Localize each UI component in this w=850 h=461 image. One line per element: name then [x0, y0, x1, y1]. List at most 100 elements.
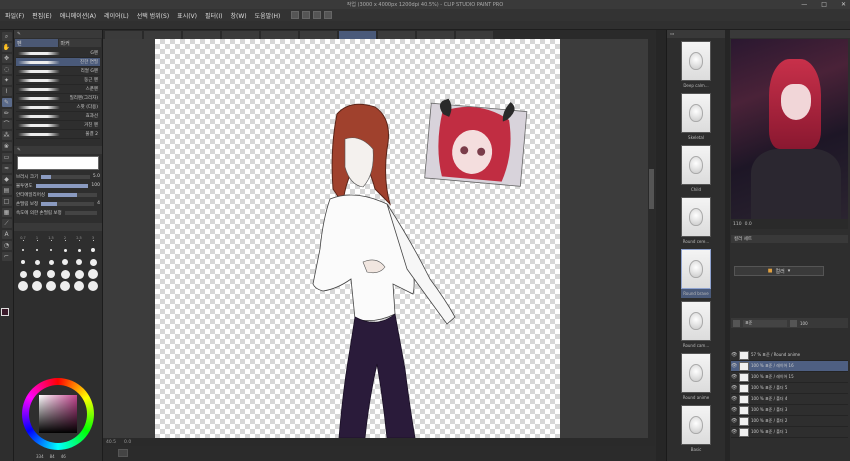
brush-size-option[interactable]: [17, 281, 29, 291]
layer-row[interactable]: 👁 100 % 표준 / 레이어 16: [731, 361, 848, 372]
navigator-preview[interactable]: [731, 39, 848, 219]
navigator-zoom[interactable]: 110: [733, 222, 742, 227]
layer-row[interactable]: 👁 100 % 표준 / 폴더 1: [731, 427, 848, 438]
pose-material-item[interactable]: Round cam...: [681, 301, 711, 350]
color-set-dropdown[interactable]: ■ 컬러 ▾: [734, 266, 824, 276]
pose-material-item[interactable]: Deep calm...: [681, 41, 711, 90]
brush-size-option[interactable]: [31, 245, 43, 255]
eye-icon[interactable]: 👁: [731, 363, 737, 369]
zoom-tool-icon[interactable]: ⌕: [1, 32, 12, 41]
brush-size-option[interactable]: [59, 245, 71, 255]
close-button[interactable]: ✕: [841, 1, 846, 8]
property-slider[interactable]: [41, 201, 95, 206]
property-value[interactable]: 5.0: [93, 174, 100, 179]
tab-5[interactable]: [261, 31, 298, 39]
opacity-icon[interactable]: [790, 319, 797, 327]
brush-size-option[interactable]: [59, 269, 71, 279]
pose-material-item[interactable]: Round brave: [681, 249, 711, 298]
tab-9[interactable]: [417, 31, 454, 39]
brush-item[interactable]: 효과선: [16, 112, 100, 121]
tab-8[interactable]: [378, 31, 415, 39]
brush-size-option[interactable]: [59, 281, 71, 291]
eye-icon[interactable]: 👁: [731, 374, 737, 380]
lasso-tool-icon[interactable]: ◌: [1, 65, 12, 74]
ruler-tool-icon[interactable]: ⟋: [1, 219, 12, 228]
brush-size-option[interactable]: [87, 245, 99, 255]
tab-3[interactable]: [183, 31, 220, 39]
brush-size-option[interactable]: 1.5: [45, 233, 57, 243]
brush-item[interactable]: 밀리펜(그리자): [16, 94, 100, 103]
pose-material-item[interactable]: Skeletal: [681, 93, 711, 142]
zoom-readout[interactable]: 40.5: [106, 440, 116, 445]
balloon-tool-icon[interactable]: ◔: [1, 241, 12, 250]
eyedropper-tool-icon[interactable]: ⌇: [1, 87, 12, 96]
tab-1[interactable]: [105, 31, 142, 39]
correct-line-tool-icon[interactable]: ⌐: [1, 252, 12, 261]
eye-icon[interactable]: 👁: [731, 385, 737, 391]
brush-size-option[interactable]: 2: [59, 233, 71, 243]
saturation-value-square[interactable]: [39, 395, 77, 433]
tab-4[interactable]: [222, 31, 259, 39]
menu-view[interactable]: 표시(V): [176, 11, 198, 20]
brush-size-option[interactable]: [87, 281, 99, 291]
menu-help[interactable]: 도움말(H): [254, 11, 282, 20]
brush-size-option[interactable]: [87, 257, 99, 267]
brush-size-option[interactable]: [45, 269, 57, 279]
brush-item[interactable]: 스푼펜: [16, 85, 100, 94]
figure-tool-icon[interactable]: □: [1, 197, 12, 206]
tab-pen[interactable]: 펜: [15, 39, 58, 47]
angle-readout[interactable]: 0.0: [124, 440, 131, 445]
eye-icon[interactable]: 👁: [731, 352, 737, 358]
property-value[interactable]: 4: [97, 201, 100, 206]
move-tool-icon[interactable]: ✥: [1, 54, 12, 63]
undo-icon[interactable]: [291, 11, 300, 19]
eye-icon[interactable]: 👁: [731, 407, 737, 413]
transform-icon[interactable]: [324, 11, 333, 19]
tab-marker[interactable]: 마커: [58, 39, 101, 47]
dock-divider-left[interactable]: [656, 30, 666, 461]
pose-material-item[interactable]: Round anime: [681, 353, 711, 402]
layer-row[interactable]: 👁 100 % 표준 / 폴더 4: [731, 394, 848, 405]
brush-size-option[interactable]: [73, 245, 85, 255]
eye-icon[interactable]: 👁: [731, 418, 737, 424]
clear-icon[interactable]: [313, 11, 322, 19]
maximize-button[interactable]: □: [821, 1, 827, 8]
brush-size-option[interactable]: [17, 245, 29, 255]
eye-icon[interactable]: 👁: [731, 429, 737, 435]
pose-material-item[interactable]: Round cere...: [681, 197, 711, 246]
eraser-tool-icon[interactable]: ▭: [1, 153, 12, 162]
property-slider[interactable]: [47, 192, 97, 197]
brush-item[interactable]: G펜: [16, 49, 100, 58]
pose-material-item[interactable]: Child: [681, 145, 711, 194]
brush-size-option[interactable]: [73, 269, 85, 279]
layer-row[interactable]: 👁 100 % 표준 / 폴더 2: [731, 416, 848, 427]
canvas-paper[interactable]: [155, 39, 560, 438]
brush-size-option[interactable]: [73, 281, 85, 291]
tab-2[interactable]: [144, 31, 181, 39]
brush-size-option[interactable]: [17, 269, 29, 279]
main-color-swatch[interactable]: [1, 308, 9, 316]
brush-size-option[interactable]: [73, 257, 85, 267]
property-slider[interactable]: [35, 183, 89, 188]
brush-tool-icon[interactable]: ⌒: [1, 120, 12, 129]
pen-tool-icon[interactable]: ✎: [1, 98, 12, 107]
tab-10[interactable]: [456, 31, 493, 39]
fill-tool-icon[interactable]: ◆: [1, 175, 12, 184]
menu-edit[interactable]: 편집(E): [31, 11, 53, 20]
brush-item[interactable]: 거친 펜: [16, 121, 100, 130]
brush-item[interactable]: 둥근 펜: [16, 76, 100, 85]
tab-6[interactable]: [300, 31, 337, 39]
layer-opacity[interactable]: 100: [800, 321, 808, 326]
blend-mode-select[interactable]: 표준: [743, 319, 787, 327]
brush-item[interactable]: 물결 2: [16, 130, 100, 139]
vertical-scrollbar[interactable]: [648, 39, 655, 438]
property-value[interactable]: 100: [91, 183, 100, 188]
brush-item[interactable]: 스팟 (다용): [16, 103, 100, 112]
menu-window[interactable]: 창(W): [230, 11, 248, 20]
minimize-button[interactable]: —: [801, 1, 807, 8]
property-slider[interactable]: [41, 174, 90, 179]
pencil-tool-icon[interactable]: ✏: [1, 109, 12, 118]
menu-layer[interactable]: 레이어(L): [103, 11, 130, 20]
layer-row[interactable]: 👁 100 % 표준 / 레이어 15: [731, 372, 848, 383]
brush-size-option[interactable]: 0.7: [17, 233, 29, 243]
